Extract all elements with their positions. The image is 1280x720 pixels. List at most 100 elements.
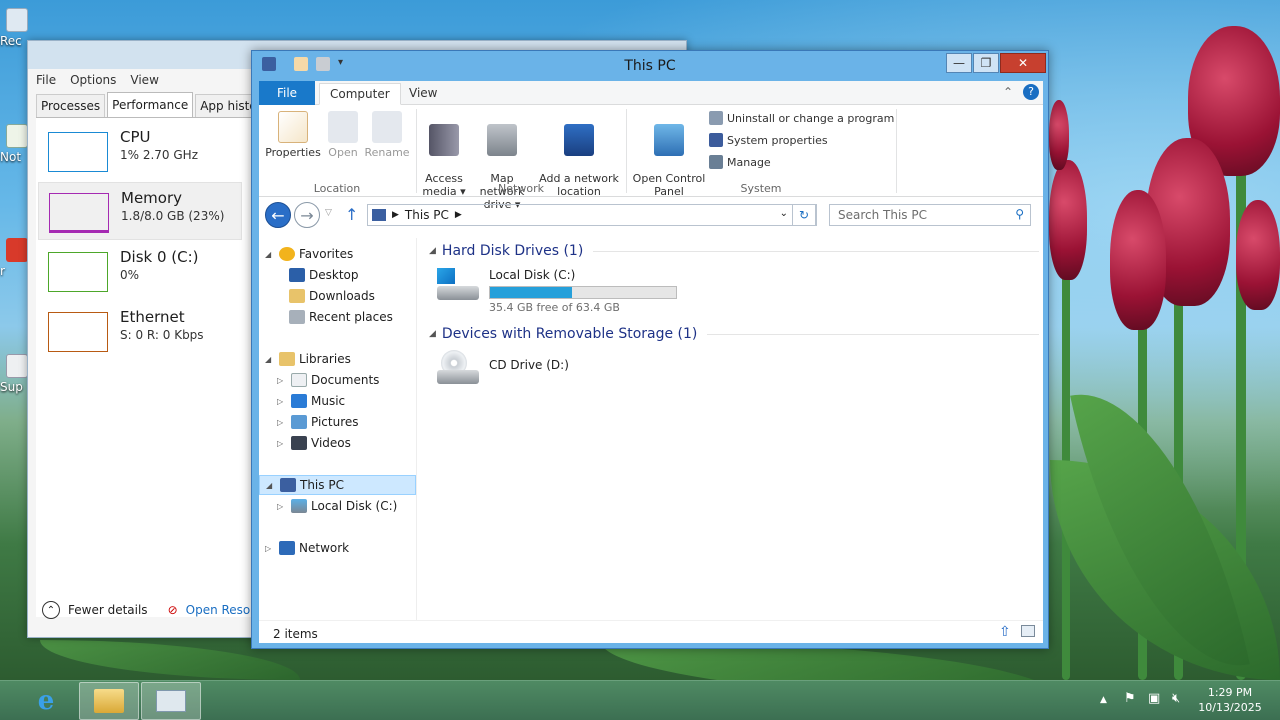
ribbon-tabs: File Computer View ⌃ ? [259,81,1043,105]
map-network-drive-button[interactable]: Map network drive ▾ [467,111,537,211]
window-title: This PC [624,58,676,74]
desktop-icon-support[interactable]: Sup [0,354,30,394]
navigation-bar: ← → ▽ ↑ ▶ This PC ▶ ⌄ ↻ Search This PC ⚲ [259,198,1043,238]
tab-processes[interactable]: Processes [36,94,106,117]
address-bar[interactable]: ▶ This PC ▶ ⌄ [367,204,817,226]
system-properties-link[interactable]: System properties [709,133,828,147]
forward-button[interactable]: → [294,202,320,228]
folder-icon [94,689,124,713]
tab-file[interactable]: File [259,81,315,105]
menu-options[interactable]: Options [70,73,116,87]
perf-item-disk[interactable]: Disk 0 (C:) 0% [38,242,242,300]
collapsed-arrow-icon[interactable]: ▷ [277,397,287,406]
breadcrumb-chevron-icon[interactable]: ▶ [392,210,399,220]
expand-arrow-icon[interactable]: ◢ [266,481,276,490]
breadcrumb-chevron-icon[interactable]: ▶ [455,210,462,220]
star-icon [279,247,295,261]
nav-libraries[interactable]: ◢ Libraries [265,349,351,369]
perf-item-ethernet[interactable]: Ethernet S: 0 R: 0 Kbps [38,302,242,360]
volume-muted-icon[interactable]: 🔇︎ [1172,691,1180,706]
collapsed-arrow-icon[interactable]: ▷ [277,418,287,427]
expand-arrow-icon[interactable]: ◢ [265,355,275,364]
nav-downloads[interactable]: Downloads [289,286,375,306]
clock[interactable]: 1:29 PM 10/13/2025 [1190,685,1270,715]
nav-local-disk[interactable]: ▷ Local Disk (C:) [277,496,397,516]
explorer-window[interactable]: ▾ This PC — ❐ ✕ File Computer View ⌃ ? P… [251,50,1049,649]
collapsed-arrow-icon[interactable]: ▷ [277,376,287,385]
minimize-ribbon-icon[interactable]: ⌃ [1003,85,1013,99]
drive-local-disk-c[interactable]: Local Disk (C:) 35.4 GB free of 63.4 GB [435,268,695,318]
menu-view[interactable]: View [130,73,158,87]
nav-network[interactable]: ▷ Network [265,538,349,558]
desktop-icon-notepad[interactable]: Not [0,124,30,164]
file-explorer-button[interactable] [79,682,139,720]
large-icons-view-icon[interactable] [1021,625,1035,637]
status-bar: 2 items ⇧ [259,620,1043,643]
breadcrumb-this-pc[interactable]: This PC [405,208,449,222]
collapsed-arrow-icon[interactable]: ▷ [277,502,287,511]
address-dropdown-icon[interactable]: ⌄ [780,208,788,219]
up-button[interactable]: ↑ [345,205,358,224]
collapsed-arrow-icon[interactable]: ▷ [277,439,287,448]
system-properties-icon [709,133,723,147]
manage-link[interactable]: Manage [709,155,771,169]
network-location-icon [564,124,594,156]
recent-places-icon [289,310,305,324]
uninstall-program-link[interactable]: Uninstall or change a program [709,111,894,125]
desktop-icon-recycle-bin[interactable]: Rec [0,8,30,48]
nav-documents[interactable]: ▷ Documents [277,370,379,390]
chevron-up-icon[interactable]: ⌃ [42,601,60,619]
rename-icon [372,111,402,143]
explorer-titlebar[interactable]: ▾ This PC — ❐ ✕ [252,51,1048,81]
tab-computer[interactable]: Computer [319,83,401,105]
collapse-group-icon[interactable]: ◢ [429,329,436,339]
drive-icon [291,499,307,513]
perf-item-cpu[interactable]: CPU 1% 2.70 GHz [38,122,242,180]
resource-monitor-icon: ⊘ [167,603,178,617]
task-manager-button[interactable] [141,682,201,720]
collapse-group-icon[interactable]: ◢ [429,246,436,256]
search-input[interactable]: Search This PC ⚲ [829,204,1031,226]
details-view-icon[interactable]: ⇧ [999,624,1011,640]
nav-pictures[interactable]: ▷ Pictures [277,412,359,432]
nav-recent-places[interactable]: Recent places [289,307,393,327]
drive-cd-d[interactable]: CD Drive (D:) [435,350,635,396]
show-hidden-icons[interactable]: ▲ [1100,695,1107,705]
group-header-removable[interactable]: ◢ Devices with Removable Storage (1) [429,326,1039,342]
tab-performance[interactable]: Performance [107,92,194,117]
expand-arrow-icon[interactable]: ◢ [265,250,275,259]
minimize-button[interactable]: — [946,53,972,73]
nav-videos[interactable]: ▷ Videos [277,433,351,453]
maximize-button[interactable]: ❐ [973,53,999,73]
perf-item-memory[interactable]: Memory 1.8/8.0 GB (23%) [38,182,242,240]
desktop-icon-shortcut[interactable]: r [0,238,30,278]
help-icon[interactable]: ? [1023,84,1039,100]
nav-this-pc[interactable]: ◢ This PC [259,475,416,495]
refresh-button[interactable]: ↻ [792,204,816,226]
tab-view[interactable]: View [399,83,447,105]
documents-icon [291,373,307,387]
open-button: Open [323,111,363,159]
cpu-graph [48,132,108,172]
disk-graph [48,252,108,292]
nav-favorites[interactable]: ◢ Favorites [265,244,353,264]
network-tray-icon[interactable]: ▣ [1148,691,1160,706]
properties-button[interactable]: Properties [265,111,321,159]
search-icon: ⚲ [1015,207,1024,221]
collapsed-arrow-icon[interactable]: ▷ [265,544,275,553]
fewer-details-link[interactable]: Fewer details [68,603,148,617]
nav-music[interactable]: ▷ Music [277,391,345,411]
internet-explorer-button[interactable]: e [16,682,76,720]
action-center-icon[interactable]: ⚑ [1124,691,1136,706]
menu-file[interactable]: File [36,73,56,87]
recent-locations-dropdown[interactable]: ▽ [325,208,332,218]
close-button[interactable]: ✕ [1000,53,1046,73]
music-icon [291,394,307,408]
navigation-pane: ◢ Favorites Desktop Downloads Recent pla… [259,238,417,620]
network-icon [279,541,295,555]
network-drive-icon [487,124,517,156]
content-pane: ◢ Hard Disk Drives (1) Local Disk (C:) 3… [419,238,1043,620]
back-button[interactable]: ← [265,202,291,228]
group-header-hard-disks[interactable]: ◢ Hard Disk Drives (1) [429,243,1039,259]
nav-desktop[interactable]: Desktop [289,265,359,285]
